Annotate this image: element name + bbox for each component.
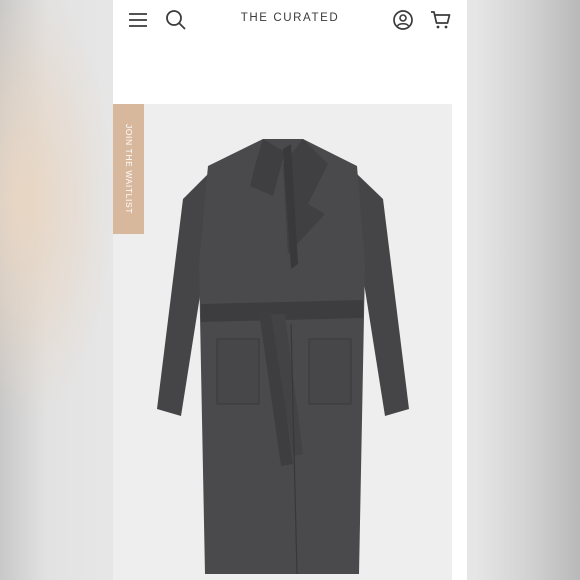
top-nav: THE CURATED — [113, 0, 467, 40]
coat-illustration — [157, 139, 409, 575]
join-waitlist-tab[interactable]: JOIN THE WAITLIST — [113, 104, 144, 234]
account-icon[interactable] — [390, 7, 416, 33]
waitlist-label: JOIN THE WAITLIST — [123, 123, 134, 215]
page: THE CURATED JOIN THE WAITLIST — [113, 0, 467, 580]
product-image[interactable] — [113, 104, 452, 580]
cart-icon[interactable] — [428, 7, 454, 33]
